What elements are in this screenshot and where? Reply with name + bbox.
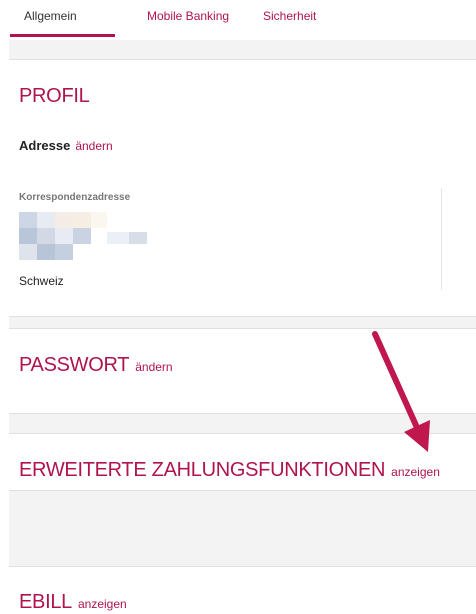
payment-row: ERWEITERTE ZAHLUNGSFUNKTIONEN anzeigen (19, 459, 440, 482)
section-separator (9, 40, 476, 60)
ebill-section (9, 567, 476, 585)
payment-title: ERWEITERTE ZAHLUNGSFUNKTIONEN (19, 459, 386, 481)
correspondence-address-label: Korrespondenzadresse (19, 192, 131, 203)
ebill-title: EBILL (19, 591, 72, 613)
tab-bar: Allgemein Mobile Banking Sicherheit (0, 0, 476, 38)
address-change-link[interactable]: ändern (75, 139, 112, 153)
column-divider (441, 188, 442, 290)
section-separator (9, 414, 476, 434)
ebill-row: EBILL anzeigen (19, 591, 127, 614)
address-label: Adresse (19, 138, 71, 153)
payment-show-link[interactable]: anzeigen (391, 465, 440, 479)
tab-sicherheit[interactable]: Sicherheit (263, 9, 316, 23)
address-country: Schweiz (19, 274, 64, 288)
ebill-show-link[interactable]: anzeigen (78, 597, 127, 611)
profile-title: PROFIL (19, 85, 90, 107)
password-change-link[interactable]: ändern (135, 360, 172, 374)
password-row: PASSWORT ändern (19, 354, 173, 377)
active-tab-indicator (10, 34, 115, 37)
tab-mobile-banking[interactable]: Mobile Banking (147, 9, 229, 23)
redacted-address (19, 212, 149, 262)
tab-allgemein[interactable]: Allgemein (24, 9, 77, 23)
password-title: PASSWORT (19, 354, 130, 376)
address-row: Adresse ändern (19, 138, 113, 153)
section-separator (9, 491, 476, 567)
